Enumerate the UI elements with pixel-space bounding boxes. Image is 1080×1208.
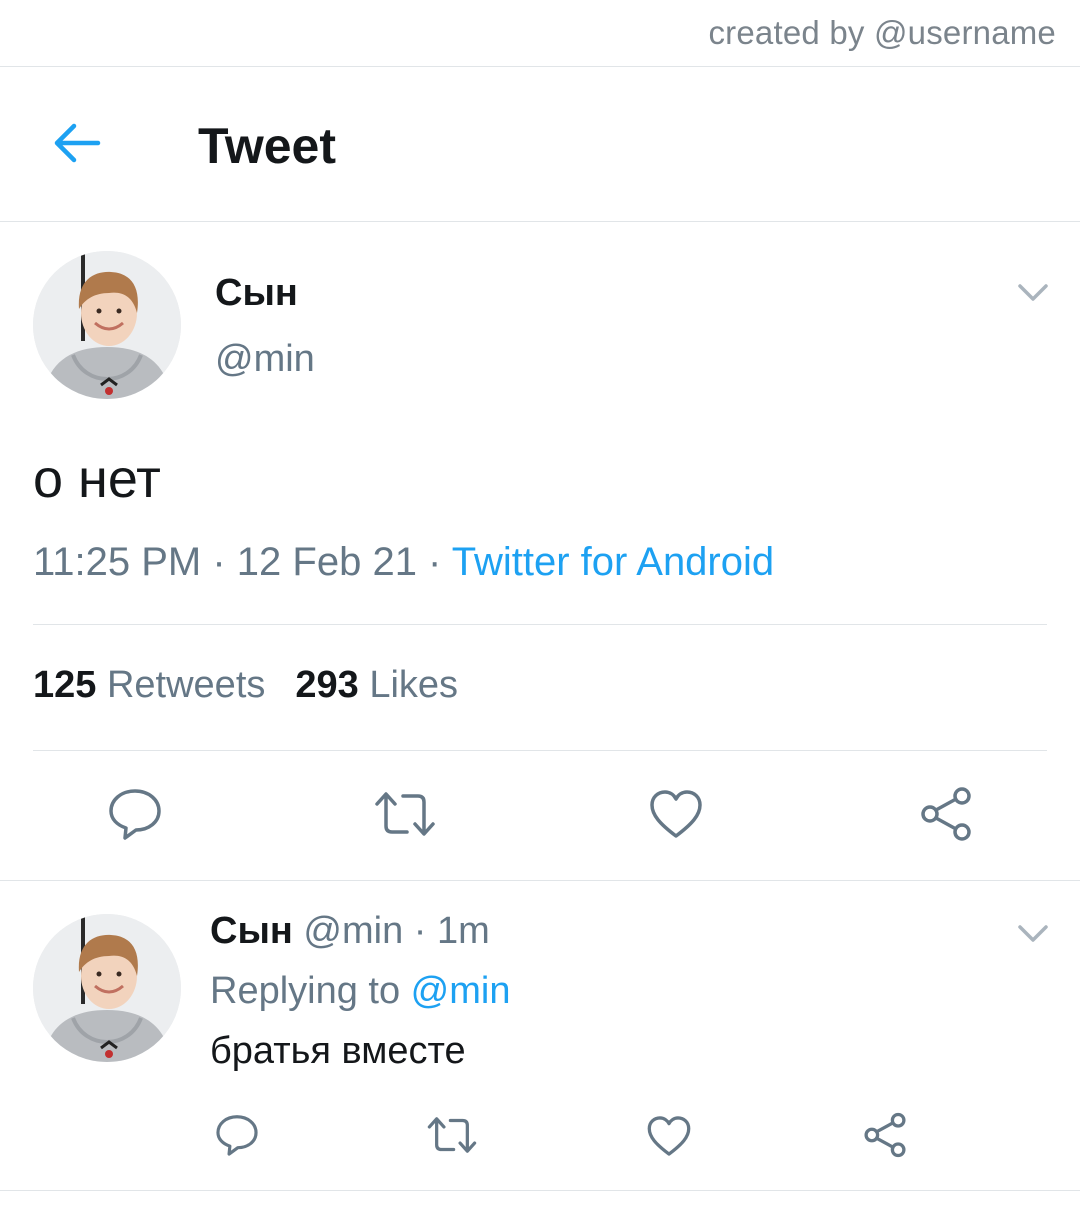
reply-retweet-button[interactable]: [426, 1114, 478, 1161]
tweet-stats: 125 Retweets 293 Likes: [33, 664, 458, 707]
divider: [33, 624, 1047, 625]
avatar-image: [33, 251, 181, 399]
chevron-down-icon: [1018, 925, 1048, 942]
tweet-source-link[interactable]: Twitter for Android: [452, 540, 774, 584]
share-icon: [864, 1112, 906, 1158]
tweet-date: 12 Feb 21: [236, 540, 417, 584]
reply-text: братья вместе: [210, 1030, 466, 1072]
heart-icon: [647, 1116, 691, 1156]
tweet-meta: 11:25 PM · 12 Feb 21 · Twitter for Andro…: [33, 540, 774, 585]
heart-icon: [650, 790, 702, 838]
retweet-icon: [375, 792, 435, 836]
retweets-label: Retweets: [106, 664, 266, 706]
reply-age: 1m: [437, 910, 490, 952]
share-icon: [921, 787, 971, 841]
reply-separator: ·: [403, 910, 438, 952]
reply-author-handle[interactable]: @min: [303, 910, 403, 952]
reply-avatar[interactable]: [33, 914, 181, 1062]
likes-stat[interactable]: 293 Likes: [295, 664, 458, 706]
app-header: Tweet: [0, 67, 1080, 222]
replying-to: Replying to @min: [210, 970, 510, 1013]
tweet-menu-button[interactable]: [1017, 283, 1049, 303]
author-handle[interactable]: @min: [215, 338, 315, 381]
chevron-down-icon: [1018, 284, 1048, 301]
page-title: Tweet: [198, 118, 336, 174]
reply-header: Сын @min · 1m: [210, 910, 490, 953]
replying-mention-link[interactable]: @min: [411, 970, 511, 1012]
tweet-time: 11:25 PM: [33, 540, 202, 584]
likes-count: 293: [295, 664, 359, 706]
retweet-icon: [427, 1117, 477, 1153]
meta-separator: ·: [416, 540, 452, 584]
retweet-button[interactable]: [373, 788, 437, 845]
reply-menu-button[interactable]: [1017, 924, 1049, 944]
reply-button[interactable]: [106, 786, 164, 847]
comment-icon: [216, 1115, 258, 1156]
credit-bar: created by @username: [0, 0, 1080, 67]
reply-author-name[interactable]: Сын: [210, 910, 293, 952]
tweet-text: о нет: [33, 449, 161, 509]
retweets-stat[interactable]: 125 Retweets: [33, 664, 265, 706]
comment-icon: [109, 789, 161, 840]
author-name[interactable]: Сын: [215, 272, 298, 315]
retweets-count: 125: [33, 664, 97, 706]
meta-separator: ·: [201, 540, 237, 584]
avatar-image: [33, 914, 181, 1062]
reply-share-button[interactable]: [862, 1112, 908, 1163]
back-button[interactable]: [50, 119, 106, 167]
section-separator: [0, 880, 1080, 881]
like-button[interactable]: [648, 788, 704, 845]
avatar[interactable]: [33, 251, 181, 399]
divider: [33, 750, 1047, 751]
replying-prefix: Replying to: [210, 970, 411, 1012]
section-separator: [0, 1190, 1080, 1191]
reply-like-button[interactable]: [646, 1114, 692, 1163]
arrow-left-icon: [54, 123, 101, 163]
reply-reply-button[interactable]: [214, 1112, 260, 1163]
likes-label: Likes: [369, 664, 459, 706]
share-button[interactable]: [918, 786, 974, 847]
credit-text: created by @username: [708, 14, 1056, 51]
